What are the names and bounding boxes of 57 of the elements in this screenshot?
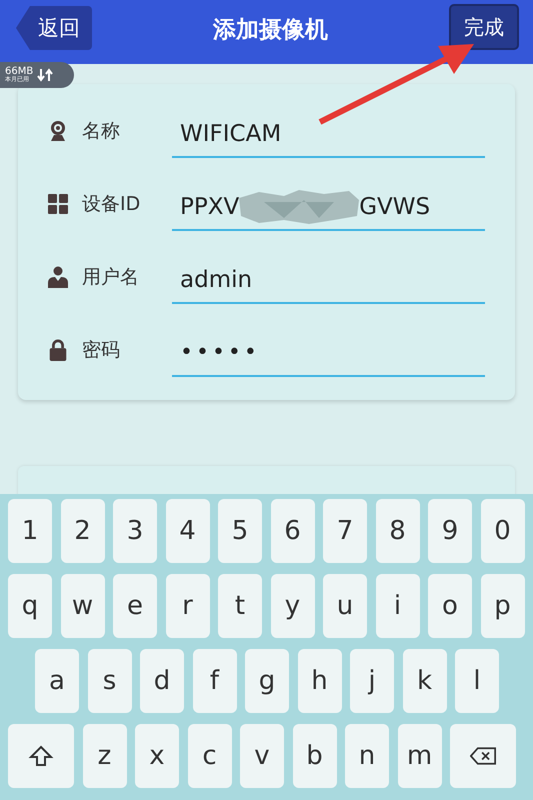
done-button[interactable]: 完成 <box>449 4 519 50</box>
keyboard-key[interactable]: n <box>345 724 389 788</box>
keyboard-key[interactable]: r <box>166 574 210 638</box>
keyboard-key[interactable]: m <box>398 724 442 788</box>
keyboard-key[interactable]: c <box>188 724 232 788</box>
keyboard-key[interactable]: 1 <box>8 499 52 563</box>
back-button[interactable]: 返回 <box>16 6 92 50</box>
keyboard-key[interactable]: 6 <box>270 499 314 563</box>
keyboard-key[interactable]: h <box>298 649 342 713</box>
field-label: 用户名 <box>82 264 140 290</box>
input-field[interactable]: WIFICAM <box>172 112 485 158</box>
field-label: 设备ID <box>82 192 142 216</box>
keyboard-key[interactable]: o <box>428 574 472 638</box>
transfer-arrows-icon <box>37 68 54 82</box>
keyboard-key[interactable]: j <box>350 649 394 713</box>
keyboard-key[interactable]: 9 <box>428 499 472 563</box>
keyboard-key[interactable]: f <box>192 649 236 713</box>
keyboard-key[interactable]: z <box>82 724 126 788</box>
field-label: 名称 <box>82 118 121 144</box>
user-icon <box>48 266 68 288</box>
backspace-icon <box>470 745 496 767</box>
webcam-icon <box>48 120 68 142</box>
input-field[interactable]: ••••• <box>172 330 485 376</box>
grid-icon <box>48 192 68 214</box>
screen-title: 添加摄像机 <box>213 16 328 44</box>
keyboard-key[interactable]: q <box>8 574 52 638</box>
keyboard-key[interactable]: i <box>376 574 420 638</box>
keyboard-key[interactable]: y <box>270 574 314 638</box>
keyboard-key[interactable]: d <box>140 649 184 713</box>
input-field[interactable]: PPXV GVWS <box>172 184 485 230</box>
keyboard-key[interactable]: 3 <box>113 499 157 563</box>
keyboard-key[interactable]: k <box>402 649 446 713</box>
shift-key[interactable] <box>8 724 74 788</box>
keyboard-key[interactable]: 2 <box>60 499 104 563</box>
keyboard-key[interactable]: 5 <box>218 499 262 563</box>
lock-icon <box>48 338 68 360</box>
shift-icon <box>28 745 54 767</box>
keyboard-key[interactable]: s <box>88 649 132 713</box>
keyboard-key[interactable]: l <box>455 649 499 713</box>
keyboard-key[interactable]: e <box>113 574 157 638</box>
keyboard-key[interactable]: 7 <box>323 499 367 563</box>
keyboard-key[interactable]: w <box>60 574 104 638</box>
keyboard-key[interactable]: 4 <box>166 499 210 563</box>
keyboard-key[interactable]: x <box>135 724 179 788</box>
keyboard-key[interactable]: u <box>323 574 367 638</box>
field-label: 密码 <box>82 338 121 362</box>
backspace-key[interactable] <box>450 724 516 788</box>
keyboard-key[interactable]: 0 <box>480 499 524 563</box>
input-field[interactable]: admin <box>172 258 485 304</box>
keyboard-key[interactable]: 8 <box>376 499 420 563</box>
keyboard-key[interactable]: p <box>480 574 524 638</box>
keyboard-key[interactable]: a <box>35 649 79 713</box>
keyboard-key[interactable]: b <box>292 724 336 788</box>
keyboard-key[interactable]: g <box>245 649 289 713</box>
data-amount: 66MB <box>5 67 34 77</box>
keyboard-key[interactable]: t <box>218 574 262 638</box>
keyboard-key[interactable]: v <box>240 724 284 788</box>
